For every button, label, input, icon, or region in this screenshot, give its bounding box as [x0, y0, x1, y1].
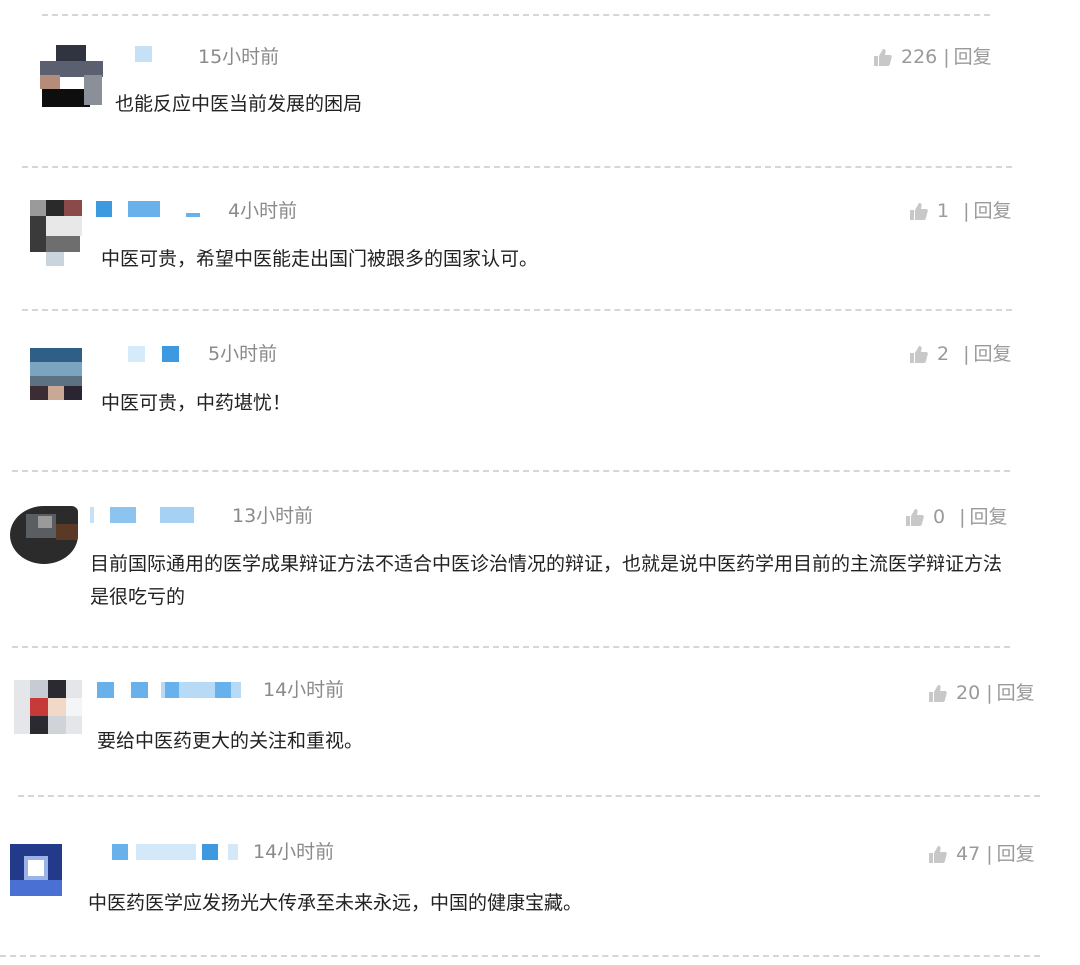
reply-button[interactable]: 回复 [997, 843, 1035, 865]
comment-text: 中医可贵，中药堪忧！ [101, 392, 292, 414]
avatar[interactable] [40, 45, 103, 108]
thumbs-up-icon[interactable] [873, 47, 893, 67]
comment-actions: 47 | 回复 [928, 843, 1035, 865]
reply-button[interactable]: 回复 [997, 682, 1035, 704]
avatar[interactable] [10, 844, 62, 896]
reply-button[interactable]: 回复 [954, 46, 992, 68]
like-count[interactable]: 0 [933, 506, 945, 528]
divider [0, 955, 1040, 957]
thumbs-up-icon[interactable] [909, 344, 929, 364]
comment-actions: 1 | 回复 [909, 200, 1012, 222]
comment-text: 中医药医学应发扬光大传承至未来永远，中国的健康宝藏。 [88, 892, 583, 914]
timestamp: 14小时前 [253, 841, 335, 863]
avatar[interactable] [14, 680, 82, 734]
avatar[interactable] [30, 348, 82, 400]
separator: | [986, 682, 993, 704]
like-count[interactable]: 2 [937, 343, 949, 365]
reply-button[interactable]: 回复 [970, 506, 1008, 528]
reply-button[interactable]: 回复 [974, 200, 1012, 222]
comment-actions: 0 | 回复 [905, 506, 1008, 528]
like-count[interactable]: 47 [956, 843, 980, 865]
divider [42, 14, 990, 16]
separator: | [986, 843, 993, 865]
avatar[interactable] [10, 506, 78, 564]
separator: | [963, 200, 970, 222]
comment-text: 要给中医药更大的关注和重视。 [97, 730, 364, 752]
username[interactable] [112, 844, 256, 862]
comment-text: 中医可贵，希望中医能走出国门被跟多的国家认可。 [101, 248, 539, 270]
username[interactable] [97, 682, 241, 700]
comment-actions: 226 | 回复 [873, 46, 992, 68]
separator: | [959, 506, 966, 528]
separator: | [963, 343, 970, 365]
timestamp: 5小时前 [208, 343, 278, 365]
thumbs-up-icon[interactable] [909, 201, 929, 221]
reply-button[interactable]: 回复 [974, 343, 1012, 365]
thumbs-up-icon[interactable] [928, 683, 948, 703]
avatar[interactable] [30, 200, 82, 266]
timestamp: 15小时前 [198, 46, 280, 68]
separator: | [943, 46, 950, 68]
timestamp: 13小时前 [232, 505, 314, 527]
timestamp: 4小时前 [228, 200, 298, 222]
thumbs-up-icon[interactable] [928, 844, 948, 864]
username[interactable] [96, 201, 206, 219]
username[interactable] [135, 46, 155, 64]
comment-actions: 2 | 回复 [909, 343, 1012, 365]
like-count[interactable]: 20 [956, 682, 980, 704]
timestamp: 14小时前 [263, 679, 345, 701]
like-count[interactable]: 1 [937, 200, 949, 222]
divider [22, 309, 1012, 311]
comment-actions: 20 | 回复 [928, 682, 1035, 704]
divider [12, 646, 1010, 648]
username[interactable] [90, 507, 200, 525]
username[interactable] [128, 346, 184, 364]
divider [12, 470, 1010, 472]
comment-text: 目前国际通用的医学成果辩证方法不适合中医诊治情况的辩证，也就是说中医药学用目前的… [90, 553, 1003, 608]
thumbs-up-icon[interactable] [905, 507, 925, 527]
divider [22, 166, 1012, 168]
divider [18, 795, 1040, 797]
like-count[interactable]: 226 [901, 46, 937, 68]
comment-text: 也能反应中医当前发展的困局 [115, 93, 363, 115]
